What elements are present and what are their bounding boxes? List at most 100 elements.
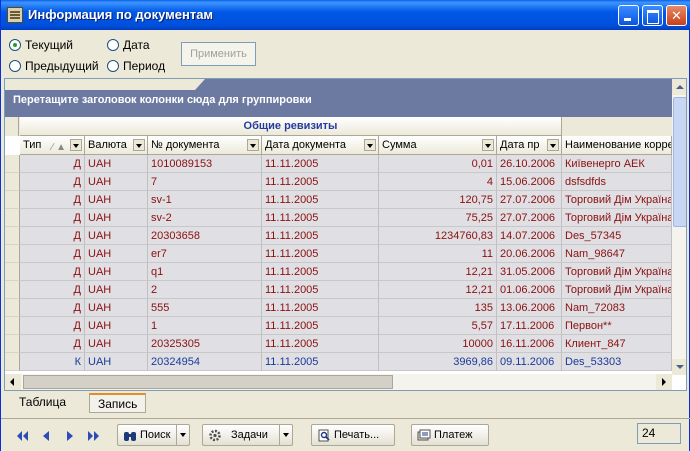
cell-doc-date[interactable]: 11.11.2005 bbox=[262, 191, 379, 209]
cell-type[interactable]: Д bbox=[20, 335, 85, 353]
filter-dropdown-icon[interactable] bbox=[482, 139, 494, 151]
cell-doc-number[interactable]: 555 bbox=[148, 299, 262, 317]
row-indicator[interactable] bbox=[5, 245, 20, 263]
cell-currency[interactable]: UAH bbox=[85, 227, 148, 245]
row-indicator[interactable] bbox=[5, 173, 20, 191]
cell-doc-number[interactable]: 1 bbox=[148, 317, 262, 335]
tasks-button[interactable]: Задачи bbox=[202, 424, 293, 446]
cell-counterparty[interactable]: Nam_72083 bbox=[562, 299, 672, 317]
tasks-dropdown-icon[interactable] bbox=[279, 425, 292, 445]
cell-counterparty[interactable]: Nam_98647 bbox=[562, 245, 672, 263]
cell-currency[interactable]: UAH bbox=[85, 299, 148, 317]
cell-type[interactable]: Д bbox=[20, 281, 85, 299]
cell-currency[interactable]: UAH bbox=[85, 335, 148, 353]
cell-counterparty[interactable]: Клиент_847 bbox=[562, 335, 672, 353]
cell-amount[interactable]: 12,21 bbox=[379, 263, 497, 281]
minimize-button[interactable] bbox=[618, 5, 639, 26]
cell-type[interactable]: Д bbox=[20, 209, 85, 227]
column-header-type[interactable]: Тип ∕ ▲ bbox=[20, 136, 85, 155]
table-row[interactable]: К UAH 20324954 11.11.2005 3969,86 09.11.2006 D… bbox=[5, 353, 686, 371]
cell-amount[interactable]: 0,01 bbox=[379, 155, 497, 173]
table-row[interactable]: Д UAH 7 11.11.2005 4 15.06.2006 dsfsdfds bbox=[5, 173, 686, 191]
cell-amount[interactable]: 3969,86 bbox=[379, 353, 497, 371]
cell-doc-number[interactable]: q1 bbox=[148, 263, 262, 281]
previous-record-icon[interactable] bbox=[39, 429, 53, 443]
cell-counterparty[interactable]: Первон** bbox=[562, 317, 672, 335]
cell-doc-date[interactable]: 11.11.2005 bbox=[262, 263, 379, 281]
column-header-currency[interactable]: Валюта bbox=[85, 136, 148, 155]
cell-currency[interactable]: UAH bbox=[85, 245, 148, 263]
table-row[interactable]: Д UAH sv-2 11.11.2005 75,25 27.07.2006 Торгови… bbox=[5, 209, 686, 227]
cell-currency[interactable]: UAH bbox=[85, 317, 148, 335]
cell-currency[interactable]: UAH bbox=[85, 263, 148, 281]
row-indicator[interactable] bbox=[5, 317, 20, 335]
cell-counterparty[interactable]: Торговий Дім Україна bbox=[562, 191, 672, 209]
column-header-pay-date[interactable]: Дата пр bbox=[497, 136, 562, 155]
cell-type[interactable]: Д bbox=[20, 173, 85, 191]
cell-amount[interactable]: 135 bbox=[379, 299, 497, 317]
cell-doc-date[interactable]: 11.11.2005 bbox=[262, 299, 379, 317]
title-bar[interactable]: Информация по документам ✕ bbox=[1, 0, 690, 30]
cell-pay-date[interactable]: 27.07.2006 bbox=[497, 209, 562, 227]
radio-previous[interactable]: Предыдущий bbox=[9, 59, 99, 73]
cell-amount[interactable]: 5,57 bbox=[379, 317, 497, 335]
radio-period[interactable]: Период bbox=[107, 59, 165, 73]
cell-doc-date[interactable]: 11.11.2005 bbox=[262, 317, 379, 335]
cell-type[interactable]: Д bbox=[20, 155, 85, 173]
row-indicator[interactable] bbox=[5, 299, 20, 317]
cell-counterparty[interactable]: Торговий Дім Україна bbox=[562, 263, 672, 281]
table-row[interactable]: Д UAH 2 11.11.2005 12,21 01.06.2006 Торговий Д… bbox=[5, 281, 686, 299]
row-indicator[interactable] bbox=[5, 227, 20, 245]
cell-currency[interactable]: UAH bbox=[85, 209, 148, 227]
apply-button[interactable]: Применить bbox=[181, 42, 256, 66]
row-indicator[interactable] bbox=[5, 155, 20, 173]
next-record-icon[interactable] bbox=[63, 429, 77, 443]
tab-record[interactable]: Запись bbox=[89, 393, 147, 413]
cell-amount[interactable]: 12,21 bbox=[379, 281, 497, 299]
row-indicator[interactable] bbox=[5, 191, 20, 209]
cell-doc-number[interactable]: 1010089153 bbox=[148, 155, 262, 173]
cell-currency[interactable]: UAH bbox=[85, 173, 148, 191]
cell-doc-date[interactable]: 11.11.2005 bbox=[262, 245, 379, 263]
cell-doc-date[interactable]: 11.11.2005 bbox=[262, 281, 379, 299]
filter-dropdown-icon[interactable] bbox=[547, 139, 559, 151]
scroll-down-icon[interactable] bbox=[672, 359, 686, 375]
row-indicator[interactable] bbox=[5, 335, 20, 353]
cell-amount[interactable]: 10000 bbox=[379, 335, 497, 353]
cell-pay-date[interactable]: 31.05.2006 bbox=[497, 263, 562, 281]
table-row[interactable]: Д UAH er7 11.11.2005 11 20.06.2006 Nam_98647 bbox=[5, 245, 686, 263]
column-header-amount[interactable]: Сумма bbox=[379, 136, 497, 155]
cell-type[interactable]: Д bbox=[20, 263, 85, 281]
cell-doc-number[interactable]: sv-1 bbox=[148, 191, 262, 209]
cell-currency[interactable]: UAH bbox=[85, 155, 148, 173]
cell-doc-date[interactable]: 11.11.2005 bbox=[262, 155, 379, 173]
search-dropdown-icon[interactable] bbox=[176, 425, 189, 445]
close-button[interactable]: ✕ bbox=[666, 5, 687, 26]
cell-counterparty[interactable]: dsfsdfds bbox=[562, 173, 672, 191]
vertical-scrollbar[interactable] bbox=[672, 79, 686, 375]
table-row[interactable]: Д UAH 20325305 11.11.2005 10000 16.11.2006 Кли… bbox=[5, 335, 686, 353]
cell-amount[interactable]: 11 bbox=[379, 245, 497, 263]
cell-doc-number[interactable]: 20325305 bbox=[148, 335, 262, 353]
last-record-icon[interactable] bbox=[87, 429, 101, 443]
cell-pay-date[interactable]: 09.11.2006 bbox=[497, 353, 562, 371]
cell-type[interactable]: Д bbox=[20, 299, 85, 317]
cell-type[interactable]: К bbox=[20, 353, 85, 371]
cell-type[interactable]: Д bbox=[20, 317, 85, 335]
cell-doc-number[interactable]: sv-2 bbox=[148, 209, 262, 227]
filter-dropdown-icon[interactable] bbox=[133, 139, 145, 151]
maximize-button[interactable] bbox=[642, 5, 663, 26]
cell-doc-number[interactable]: 20303658 bbox=[148, 227, 262, 245]
cell-doc-date[interactable]: 11.11.2005 bbox=[262, 335, 379, 353]
cell-amount[interactable]: 1234760,83 bbox=[379, 227, 497, 245]
print-button[interactable]: Печать... bbox=[311, 424, 395, 446]
first-record-icon[interactable] bbox=[15, 429, 29, 443]
band-general-details[interactable]: Общие ревизиты bbox=[20, 117, 562, 136]
cell-doc-date[interactable]: 11.11.2005 bbox=[262, 173, 379, 191]
cell-doc-number[interactable]: 20324954 bbox=[148, 353, 262, 371]
payment-button[interactable]: Платеж bbox=[411, 424, 489, 446]
cell-currency[interactable]: UAH bbox=[85, 281, 148, 299]
cell-type[interactable]: Д bbox=[20, 227, 85, 245]
table-row[interactable]: Д UAH 555 11.11.2005 135 13.06.2006 Nam_72083 bbox=[5, 299, 686, 317]
scroll-up-icon[interactable] bbox=[672, 79, 686, 95]
